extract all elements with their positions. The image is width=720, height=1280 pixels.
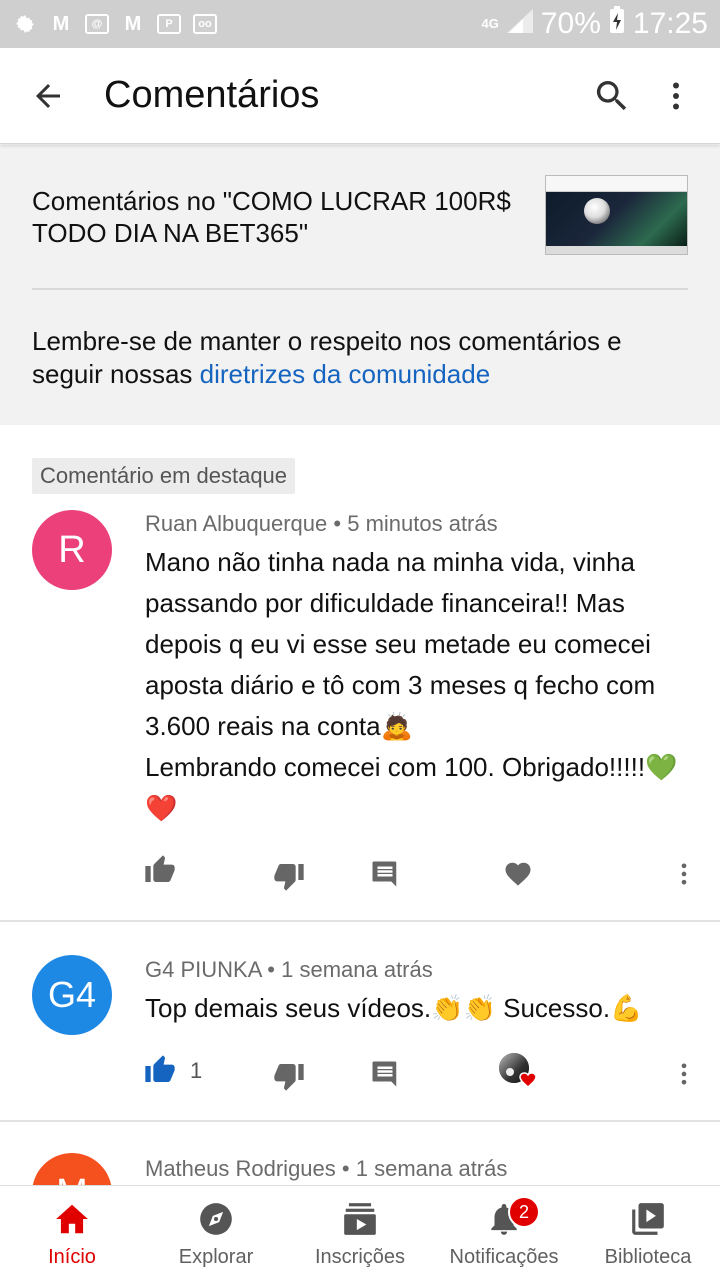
creator-heart[interactable]	[494, 1046, 542, 1094]
nav-label: Inscrições	[314, 1246, 406, 1268]
reply-button[interactable]	[361, 1050, 409, 1098]
nav-label: Notificações	[449, 1246, 559, 1268]
nav-explore[interactable]: Explorar	[144, 1186, 288, 1280]
more-options-button[interactable]	[644, 64, 708, 128]
comment-meta: Ruan Albuquerque • 5 minutos atrás	[145, 511, 498, 536]
page-title: Comentários	[104, 74, 320, 116]
clock: 17:25	[632, 7, 708, 40]
creator-heart-icon	[499, 1053, 537, 1089]
nav-notifications[interactable]: 2 Notificações	[432, 1186, 576, 1280]
app-bar: Comentários	[0, 48, 720, 144]
arrow-back-icon	[36, 83, 60, 108]
battery-icon	[609, 6, 625, 42]
heart-icon	[505, 862, 531, 886]
comment-time: 1 semana atrás	[355, 1156, 508, 1181]
comments-header: Comentários no "COMO LUCRAR 100R$ TODO D…	[0, 145, 720, 425]
search-icon	[596, 80, 627, 110]
search-button[interactable]	[580, 64, 644, 128]
back-button[interactable]	[16, 64, 80, 128]
home-icon	[56, 1204, 88, 1234]
reply-button[interactable]	[361, 850, 409, 898]
notification-badge: 2	[508, 1196, 540, 1228]
network-type: 4G	[481, 16, 499, 31]
comment-more-button[interactable]	[660, 1050, 708, 1098]
email-icon: @	[84, 13, 110, 35]
divider	[0, 1120, 720, 1122]
thumb-down-icon	[274, 1064, 304, 1091]
comment-author[interactable]: G4 PIUNKA	[145, 957, 261, 982]
more-vert-icon	[681, 863, 687, 885]
comment-actions: 1	[0, 1046, 720, 1102]
like-button[interactable]	[136, 1046, 184, 1094]
nav-label: Início	[48, 1246, 96, 1268]
bottom-navigation: Início Explorar Inscrições 2 Notificaçõe…	[0, 1185, 720, 1280]
comment-icon	[372, 861, 397, 887]
subscriptions-icon	[344, 1203, 376, 1235]
comment-meta: G4 PIUNKA • 1 semana atrás	[145, 957, 433, 982]
gmail-icon: M	[52, 12, 70, 35]
thumb-up-icon	[145, 855, 175, 882]
nav-library[interactable]: Biblioteca	[576, 1186, 720, 1280]
more-vert-icon	[673, 82, 679, 109]
nav-home[interactable]: Início	[0, 1186, 144, 1280]
p-app-icon: P	[156, 13, 182, 35]
divider	[0, 920, 720, 922]
library-icon	[632, 1203, 664, 1235]
comment-actions	[0, 846, 720, 902]
heart-button[interactable]	[494, 850, 542, 898]
guidelines-link[interactable]: diretrizes da comunidade	[200, 359, 491, 389]
like-button[interactable]	[136, 846, 184, 894]
featured-comment-badge: Comentário em destaque	[32, 458, 296, 494]
video-title: Comentários no "COMO LUCRAR 100R$ TODO D…	[32, 186, 511, 248]
battery-percent: 70%	[540, 7, 601, 40]
nav-subscriptions[interactable]: Inscrições	[288, 1186, 432, 1280]
signal-icon	[506, 7, 533, 41]
comment-meta: Matheus Rodrigues • 1 semana atrás	[145, 1156, 508, 1181]
dislike-button[interactable]	[265, 852, 313, 900]
gmail-icon-2: M	[124, 12, 142, 35]
status-bar: M @ M P oo 4G 70% 17:25	[0, 0, 720, 48]
comment-author[interactable]: Ruan Albuquerque	[145, 511, 327, 536]
voicemail-icon: oo	[192, 13, 218, 35]
nav-label: Explorar	[178, 1246, 254, 1268]
thumb-up-icon	[145, 1055, 175, 1082]
thumb-down-icon	[274, 864, 304, 891]
nav-label: Biblioteca	[604, 1246, 692, 1268]
settings-icon	[12, 13, 38, 35]
more-vert-icon	[681, 1063, 687, 1085]
like-count: 1	[190, 1058, 203, 1083]
comment-more-button[interactable]	[660, 850, 708, 898]
comment-time: 1 semana atrás	[281, 957, 433, 982]
avatar[interactable]: R	[32, 510, 112, 590]
guidelines-notice: Lembre-se de manter o respeito nos comen…	[32, 325, 692, 391]
compass-icon	[200, 1203, 232, 1235]
avatar[interactable]: G4	[32, 955, 112, 1035]
dislike-button[interactable]	[265, 1052, 313, 1100]
comment-text: Mano não tinha nada na minha vida, vinha…	[145, 547, 678, 823]
comment-time: 5 minutos atrás	[347, 511, 498, 536]
comment-author[interactable]: Matheus Rodrigues	[145, 1156, 336, 1181]
video-thumbnail[interactable]	[545, 175, 688, 255]
comment-icon	[372, 1061, 397, 1087]
comment-text: Top demais seus vídeos.👏👏 Sucesso.💪	[145, 993, 643, 1023]
divider	[32, 288, 688, 290]
